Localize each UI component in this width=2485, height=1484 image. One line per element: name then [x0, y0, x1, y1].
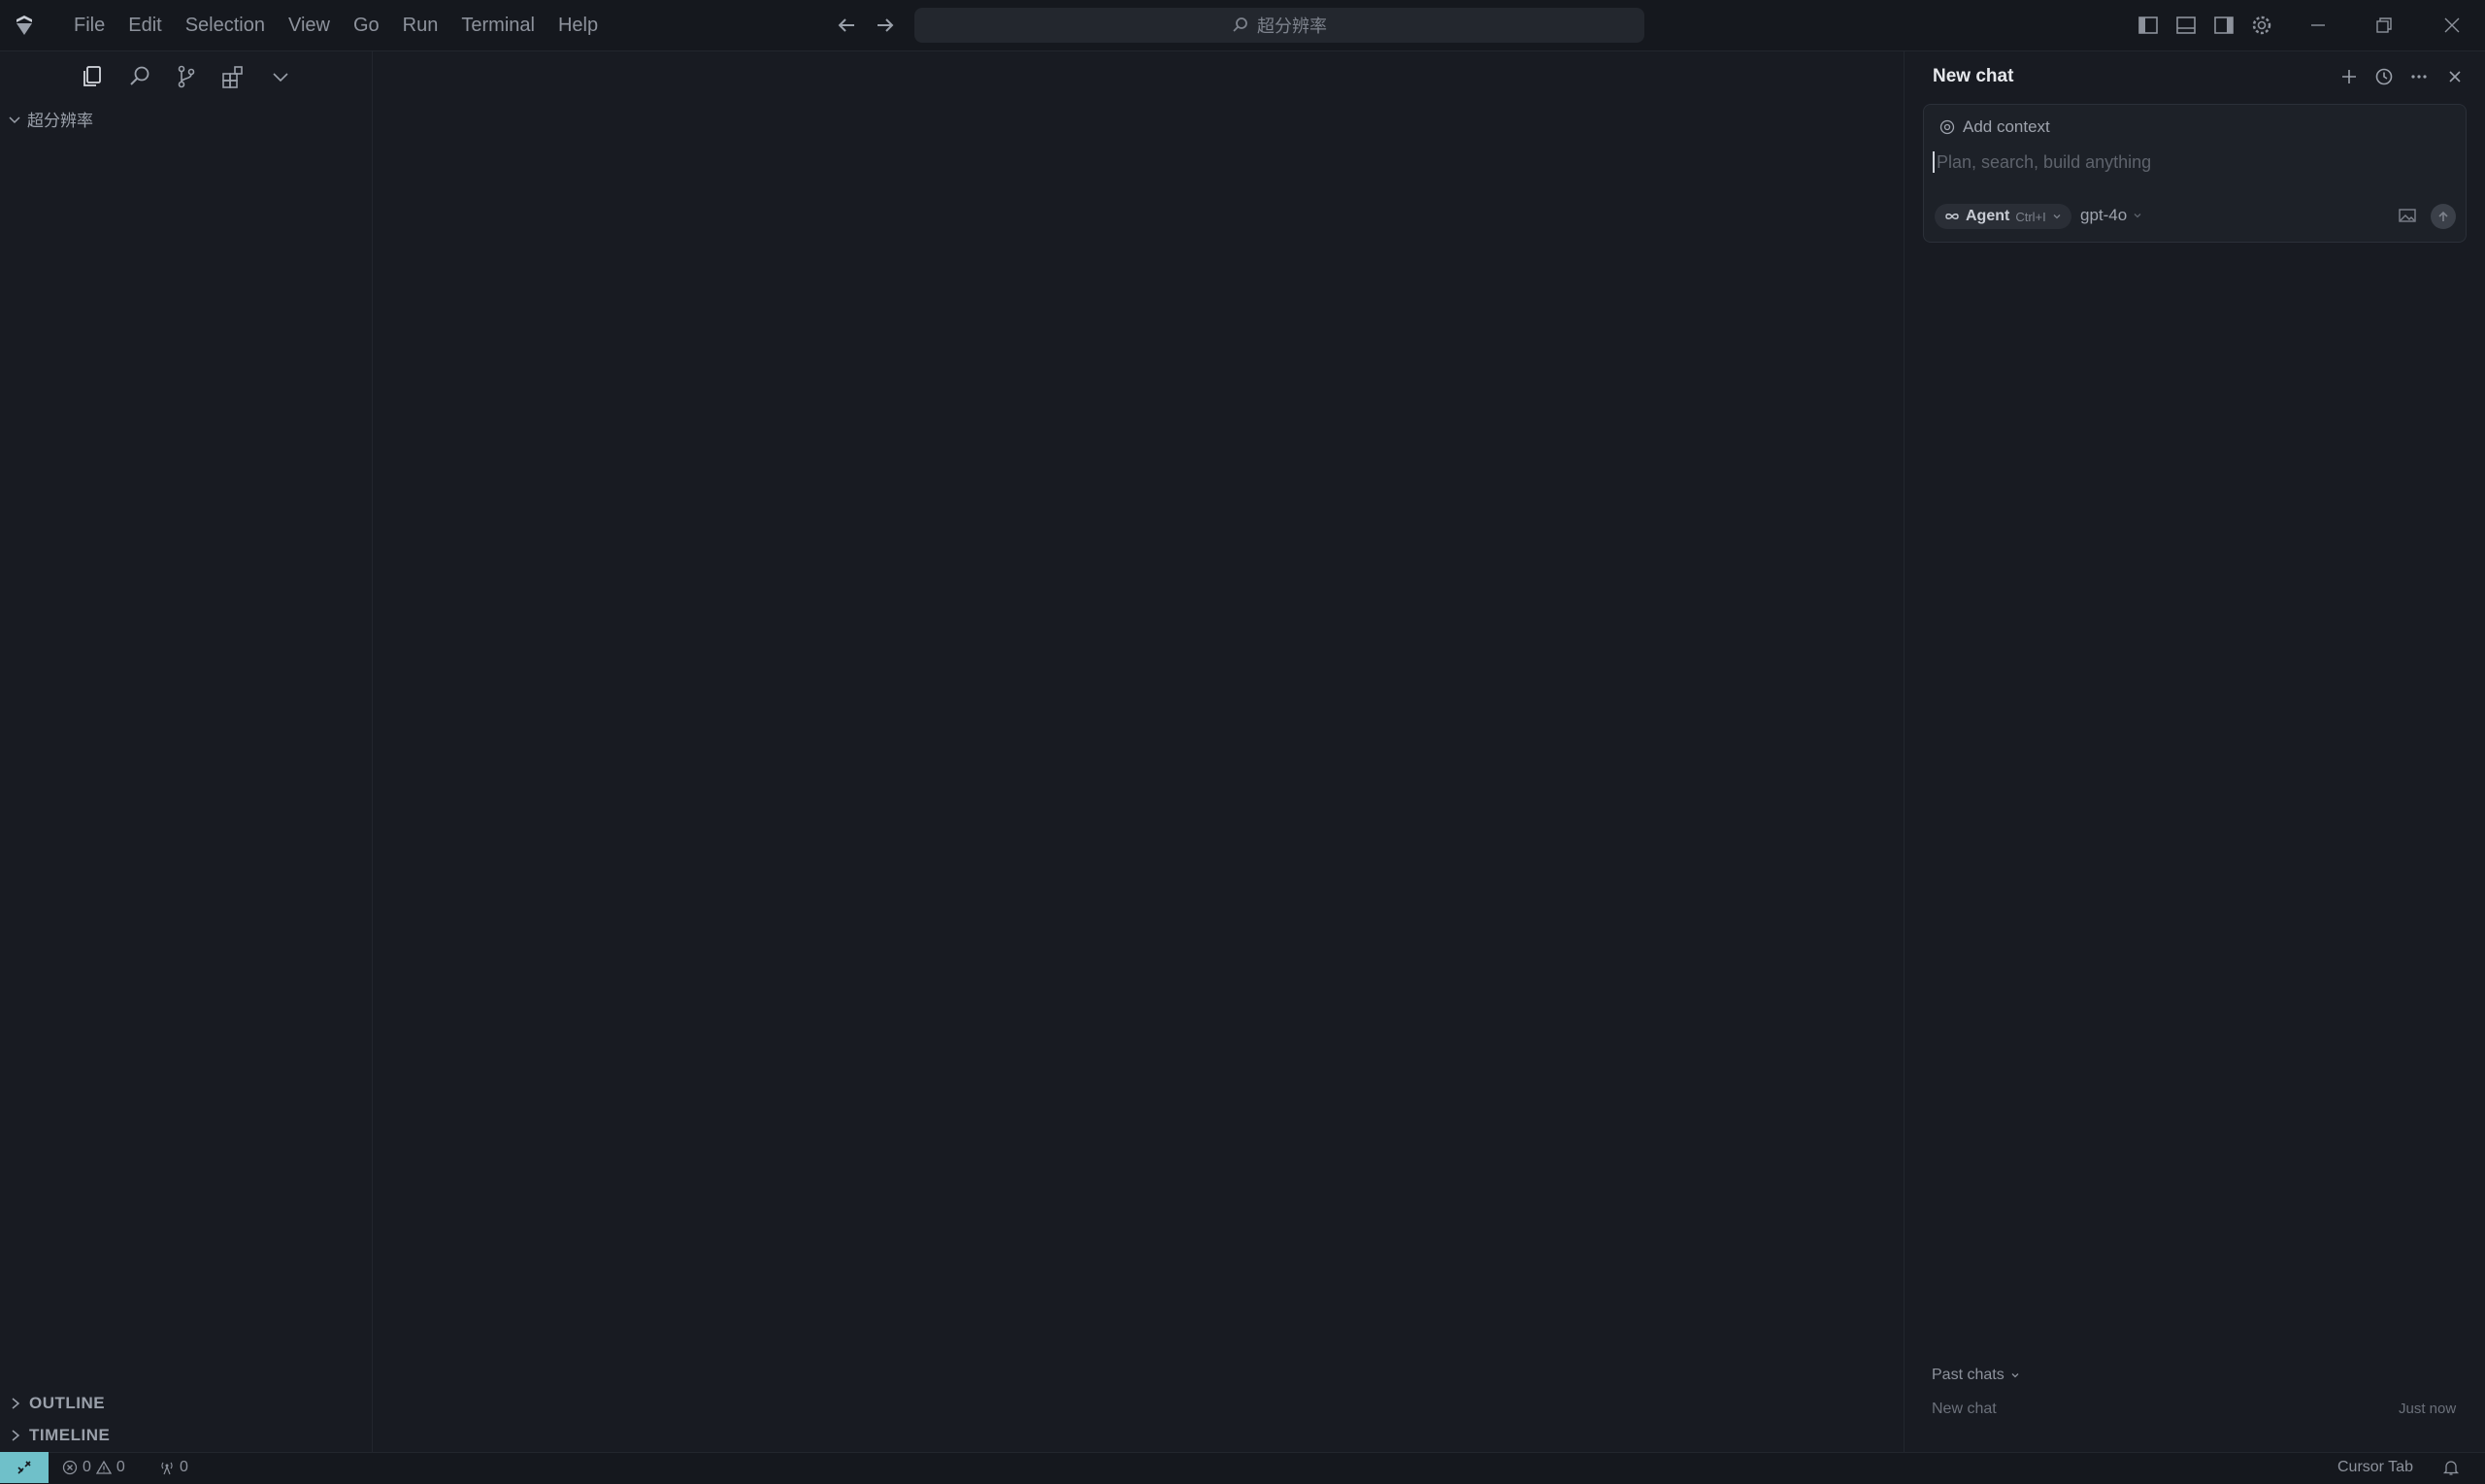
restore-icon[interactable]	[2372, 14, 2396, 37]
model-selector[interactable]: gpt-4o	[2080, 206, 2142, 225]
more-options-icon[interactable]	[2408, 66, 2430, 87]
menu-view[interactable]: View	[277, 0, 342, 50]
menu-selection[interactable]: Selection	[174, 0, 277, 50]
at-sign-icon	[1939, 119, 1955, 135]
ports-indicator[interactable]: 0	[159, 1452, 188, 1483]
error-count: 0	[83, 1459, 91, 1475]
warning-count: 0	[116, 1459, 125, 1475]
cursor-logo-icon	[14, 15, 35, 36]
chevron-down-icon	[2133, 211, 2142, 220]
toggle-panel-icon[interactable]	[2174, 14, 2198, 37]
chat-input-placeholder: Plan, search, build anything	[1937, 151, 2152, 172]
send-button[interactable]	[2431, 204, 2456, 229]
chat-panel	[1904, 51, 2485, 1452]
command-center-search[interactable]: 超分辨率	[914, 8, 1644, 43]
chevron-right-icon	[10, 1429, 21, 1442]
search-view-icon[interactable]	[127, 64, 152, 89]
timeline-label: TIMELINE	[29, 1426, 111, 1444]
menu-run[interactable]: Run	[391, 0, 450, 50]
menu-go[interactable]: Go	[342, 0, 391, 50]
explorer-root-label: 超分辨率	[27, 112, 93, 130]
text-caret	[1933, 151, 1935, 173]
image-upload-icon[interactable]	[2397, 205, 2418, 226]
menu-edit[interactable]: Edit	[116, 0, 173, 50]
close-icon[interactable]	[2444, 66, 2466, 87]
infinity-icon	[1944, 212, 1960, 221]
outline-section[interactable]: OUTLINE	[10, 1394, 105, 1413]
menu-bar: File Edit Selection View Go Run Terminal…	[62, 0, 610, 50]
remote-indicator[interactable]	[0, 1452, 49, 1483]
arrow-up-icon	[2436, 210, 2450, 223]
antenna-icon	[159, 1460, 175, 1475]
primary-sidebar	[0, 51, 373, 1452]
chevron-right-icon	[10, 1397, 21, 1410]
chevron-down-icon	[8, 113, 21, 126]
remote-icon	[15, 1458, 34, 1477]
chevron-down-icon	[2052, 212, 2062, 221]
past-chat-item-title[interactable]: New chat	[1932, 1401, 1997, 1418]
cursor-tab-status[interactable]: Cursor Tab	[2337, 1452, 2413, 1483]
plus-icon[interactable]	[2338, 66, 2360, 87]
close-window-icon[interactable]	[2440, 14, 2464, 37]
past-chat-item-time: Just now	[2399, 1401, 2457, 1417]
error-icon	[62, 1460, 78, 1475]
past-chats-toggle[interactable]: Past chats	[1932, 1367, 2020, 1384]
ports-count: 0	[180, 1459, 188, 1475]
agent-mode-label: Agent	[1966, 208, 2010, 224]
chevron-down-icon[interactable]	[268, 64, 293, 89]
agent-mode-selector[interactable]: Agent Ctrl+I	[1935, 204, 2071, 229]
extensions-icon[interactable]	[220, 64, 246, 89]
forward-arrow-icon[interactable]	[874, 14, 897, 37]
gear-icon[interactable]	[2250, 14, 2273, 37]
warning-icon	[95, 1460, 112, 1475]
toggle-secondary-sidebar-icon[interactable]	[2212, 14, 2236, 37]
notifications-bell-icon[interactable]	[2442, 1452, 2460, 1483]
chat-title: New chat	[1933, 66, 2014, 86]
editor-area	[373, 51, 1903, 1452]
model-label: gpt-4o	[2080, 206, 2128, 224]
explorer-root-folder[interactable]: 超分辨率	[8, 107, 93, 131]
outline-label: OUTLINE	[29, 1394, 106, 1412]
add-context-label: Add context	[1963, 117, 2050, 136]
timeline-section[interactable]: TIMELINE	[10, 1426, 110, 1445]
search-icon	[1232, 16, 1249, 34]
search-label: 超分辨率	[1257, 16, 1327, 36]
problems-indicator[interactable]: 0 0	[62, 1452, 125, 1483]
chevron-down-icon	[2010, 1370, 2020, 1380]
cursor-tab-label: Cursor Tab	[2337, 1459, 2413, 1475]
toggle-primary-sidebar-icon[interactable]	[2137, 14, 2160, 37]
chat-input[interactable]: Plan, search, build anything	[1933, 151, 2151, 173]
history-icon[interactable]	[2373, 66, 2395, 87]
explorer-icon[interactable]	[80, 64, 105, 89]
back-arrow-icon[interactable]	[835, 14, 858, 37]
add-context-button[interactable]: Add context	[1939, 117, 2050, 137]
minimize-icon[interactable]	[2306, 14, 2330, 37]
menu-help[interactable]: Help	[547, 0, 610, 50]
status-bar	[0, 1452, 2485, 1484]
menu-terminal[interactable]: Terminal	[449, 0, 547, 50]
source-control-icon[interactable]	[174, 64, 199, 89]
past-chats-label: Past chats	[1932, 1367, 2005, 1383]
agent-mode-shortcut: Ctrl+I	[2015, 209, 2046, 224]
menu-file[interactable]: File	[62, 0, 116, 50]
